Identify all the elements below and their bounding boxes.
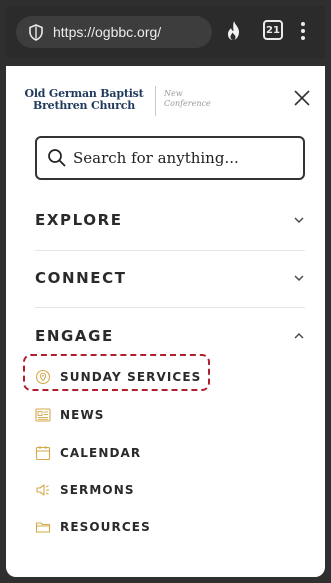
newspaper-icon	[35, 407, 51, 423]
tab-count: 21	[263, 20, 283, 40]
search-input[interactable]: Search for anything...	[35, 136, 305, 180]
search-icon	[48, 149, 66, 167]
nav-section-label: EXPLORE	[35, 211, 123, 229]
speaker-icon	[35, 482, 51, 498]
close-menu-button[interactable]	[292, 88, 312, 108]
nav-item-label: RESOURCES	[60, 520, 151, 534]
calendar-icon	[35, 445, 51, 461]
nav-item-news[interactable]: NEWS	[35, 402, 105, 428]
logo-divider	[155, 86, 156, 116]
nav-item-label: NEWS	[60, 408, 105, 422]
tab-switcher-button[interactable]: 21	[263, 20, 283, 40]
nav-section-connect[interactable]: CONNECT	[35, 249, 305, 307]
nav-item-label: SERMONS	[60, 483, 135, 497]
more-menu-icon[interactable]	[300, 21, 306, 41]
close-icon	[294, 90, 310, 106]
search-placeholder: Search for anything...	[73, 149, 239, 167]
nav-item-sermons[interactable]: SERMONS	[35, 477, 135, 503]
mobile-nav-menu: Old German Baptist Brethren Church New C…	[6, 66, 325, 577]
logo-subtitle: New Conference	[164, 89, 211, 108]
phone-screen: https://ogbbc.org/ 21 Old German Baptist…	[0, 0, 331, 583]
nav-section-label: ENGAGE	[35, 327, 114, 345]
address-bar[interactable]: https://ogbbc.org/	[16, 16, 212, 48]
location-pin-icon	[35, 369, 51, 385]
nav-section-label: CONNECT	[35, 269, 127, 287]
nav-item-calendar[interactable]: CALENDAR	[35, 440, 141, 466]
nav-section-explore[interactable]: EXPLORE	[35, 191, 305, 249]
folder-icon	[35, 519, 51, 535]
nav-item-sunday-services[interactable]: SUNDAY SERVICES	[35, 364, 201, 390]
nav-item-resources[interactable]: RESOURCES	[35, 514, 151, 540]
chevron-up-icon	[294, 333, 304, 339]
chevron-down-icon	[294, 217, 304, 223]
nav-item-label: SUNDAY SERVICES	[60, 370, 202, 384]
flame-icon[interactable]	[225, 20, 243, 42]
nav-item-label: CALENDAR	[60, 446, 142, 460]
url-text: https://ogbbc.org/	[53, 24, 162, 40]
browser-toolbar: https://ogbbc.org/ 21	[6, 6, 325, 58]
site-logo[interactable]: Old German Baptist Brethren Church New C…	[23, 86, 211, 116]
site-info-icon[interactable]	[28, 23, 44, 41]
chevron-down-icon	[294, 275, 304, 281]
logo-title: Old German Baptist Brethren Church	[24, 87, 144, 112]
